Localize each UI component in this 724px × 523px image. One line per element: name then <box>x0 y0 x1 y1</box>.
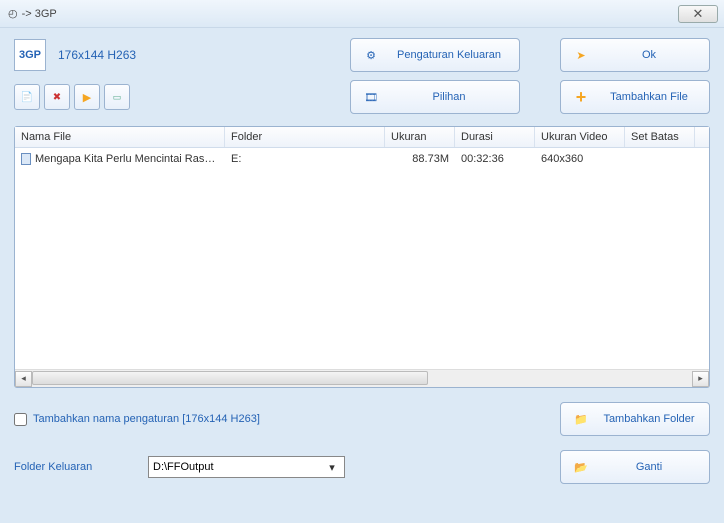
checkbox-label: Tambahkan nama pengaturan [176x144 H263] <box>33 413 260 425</box>
format-resolution: 176x144 H263 <box>58 48 136 62</box>
button-label: Pengaturan Keluaran <box>389 49 509 61</box>
options-button[interactable]: 🎞 Pilihan <box>350 80 520 114</box>
plus-icon: + <box>571 87 591 107</box>
scroll-thumb[interactable] <box>32 371 428 385</box>
col-folder[interactable]: Folder <box>225 127 385 147</box>
title-text: -> 3GP <box>22 8 57 20</box>
output-folder-combo[interactable]: D:\FFOutput ▾ <box>148 456 345 478</box>
window-title: ◴ -> 3GP <box>8 7 57 20</box>
scroll-right-icon[interactable]: ▸ <box>692 371 709 387</box>
folder-open-icon: 📂 <box>571 457 591 477</box>
table-header: Nama File Folder Ukuran Durasi Ukuran Vi… <box>15 127 709 148</box>
gear-icon: ⚙ <box>361 45 381 65</box>
ok-button[interactable]: ➤ Ok <box>560 38 710 72</box>
clear-button[interactable]: ✖ <box>44 84 70 110</box>
col-set-limit[interactable]: Set Batas <box>625 127 695 147</box>
video-file-icon <box>21 153 31 165</box>
close-button[interactable]: ✕ <box>678 5 718 23</box>
scroll-track[interactable] <box>32 371 692 387</box>
col-duration[interactable]: Durasi <box>455 127 535 147</box>
file-remove-icon: 📄 <box>21 92 33 103</box>
button-label: Pilihan <box>389 91 509 103</box>
cell-folder: E: <box>225 151 385 167</box>
button-label: Ok <box>599 49 699 61</box>
file-table: Nama File Folder Ukuran Durasi Ukuran Vi… <box>14 126 710 388</box>
info-button[interactable]: ▭ <box>104 84 130 110</box>
cell-set-limit <box>625 151 695 167</box>
button-label: Tambahkan Folder <box>599 413 699 425</box>
file-x-icon: ✖ <box>53 92 61 103</box>
col-video-size[interactable]: Ukuran Video <box>535 127 625 147</box>
output-path-value: D:\FFOutput <box>153 461 324 473</box>
output-folder-label: Folder Keluaran <box>14 461 134 473</box>
cell-size: 88.73M <box>385 151 455 167</box>
format-icon: 3GP <box>14 39 46 71</box>
play-icon: ▶ <box>83 91 91 104</box>
horizontal-scrollbar[interactable]: ◂ ▸ <box>15 369 709 387</box>
folder-plus-icon: 📁 <box>571 409 591 429</box>
info-icon: ▭ <box>113 92 122 103</box>
format-info: 3GP 176x144 H263 <box>14 39 294 71</box>
button-label: Ganti <box>599 461 699 473</box>
arrow-right-icon: ➤ <box>571 45 591 65</box>
title-bar: ◴ -> 3GP ✕ <box>0 0 724 28</box>
checkbox-input[interactable] <box>14 413 27 426</box>
scroll-left-icon[interactable]: ◂ <box>15 371 32 387</box>
cell-duration: 00:32:36 <box>455 151 535 167</box>
app-icon: ◴ <box>8 7 18 20</box>
film-icon: 🎞 <box>361 87 381 107</box>
cell-name: Mengapa Kita Perlu Mencintai Rasul... <box>15 151 225 167</box>
cell-video-size: 640x360 <box>535 151 625 167</box>
table-row[interactable]: Mengapa Kita Perlu Mencintai Rasul... E:… <box>15 148 709 170</box>
output-settings-button[interactable]: ⚙ Pengaturan Keluaran <box>350 38 520 72</box>
change-folder-button[interactable]: 📂 Ganti <box>560 450 710 484</box>
col-size[interactable]: Ukuran <box>385 127 455 147</box>
chevron-down-icon[interactable]: ▾ <box>324 461 340 474</box>
add-folder-button[interactable]: 📁 Tambahkan Folder <box>560 402 710 436</box>
append-setting-checkbox[interactable]: Tambahkan nama pengaturan [176x144 H263] <box>14 413 260 426</box>
col-name[interactable]: Nama File <box>15 127 225 147</box>
add-file-button[interactable]: + Tambahkan File <box>560 80 710 114</box>
button-label: Tambahkan File <box>599 91 699 103</box>
play-button[interactable]: ▶ <box>74 84 100 110</box>
remove-file-button[interactable]: 📄 <box>14 84 40 110</box>
